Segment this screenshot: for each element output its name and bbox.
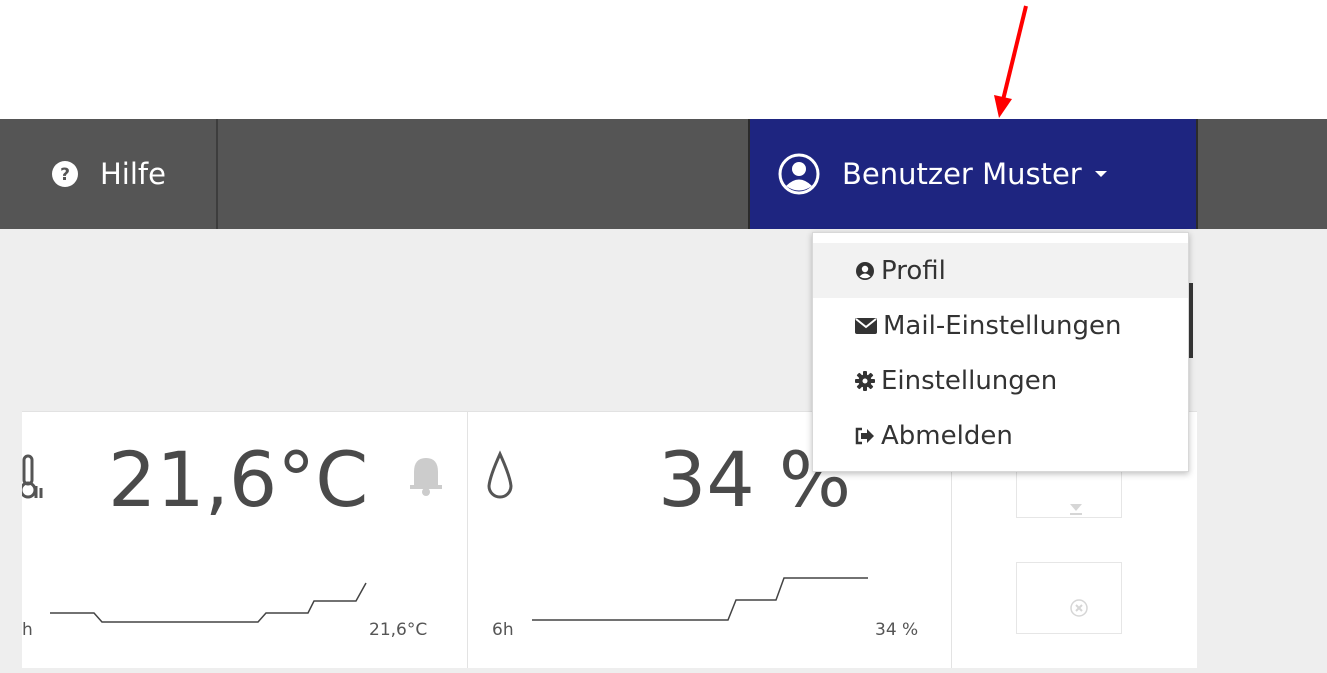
caret-down-icon [1094, 169, 1108, 179]
panel-divider [467, 412, 468, 668]
menu-item-label: Abmelden [881, 420, 1013, 451]
menu-item-profile[interactable]: Profil [813, 243, 1188, 298]
menu-item-label: Mail-Einstellungen [883, 310, 1122, 341]
question-circle-icon: ? [52, 161, 78, 187]
humidity-current-label: 34 % [875, 620, 919, 640]
help-menu-button[interactable]: ? Hilfe [0, 119, 218, 229]
user-menu-button[interactable]: Benutzer Muster [748, 119, 1198, 229]
close-sensor-button[interactable] [1016, 562, 1122, 634]
humidity-sparkline [532, 577, 868, 621]
temperature-sparkline [50, 582, 367, 623]
user-avatar-icon [778, 153, 820, 195]
envelope-icon [855, 317, 877, 334]
menu-item-settings[interactable]: Einstellungen [813, 353, 1188, 408]
user-dropdown-menu: Profil Mail-Einstellungen Einstellungen … [812, 232, 1189, 472]
svg-text:?: ? [60, 165, 70, 185]
gear-icon [855, 370, 875, 391]
menu-item-label: Einstellungen [881, 365, 1058, 396]
temperature-range-label: h [22, 620, 33, 640]
user-name-label: Benutzer Muster [842, 157, 1082, 191]
sign-out-icon [855, 427, 875, 445]
menu-item-logout[interactable]: Abmelden [813, 408, 1188, 463]
scrollbar[interactable] [1189, 283, 1193, 358]
temperature-current-label: 21,6°C [369, 620, 428, 640]
menu-item-mail-settings[interactable]: Mail-Einstellungen [813, 298, 1188, 353]
temperature-value: 21,6°C [108, 435, 369, 524]
user-circle-icon [855, 261, 875, 281]
top-navbar: ? Hilfe Benutzer Muster [0, 119, 1327, 229]
humidity-range-label: 6h [492, 620, 514, 640]
help-label: Hilfe [100, 157, 166, 191]
menu-item-label: Profil [881, 255, 946, 286]
annotation-arrow [994, 5, 1028, 118]
